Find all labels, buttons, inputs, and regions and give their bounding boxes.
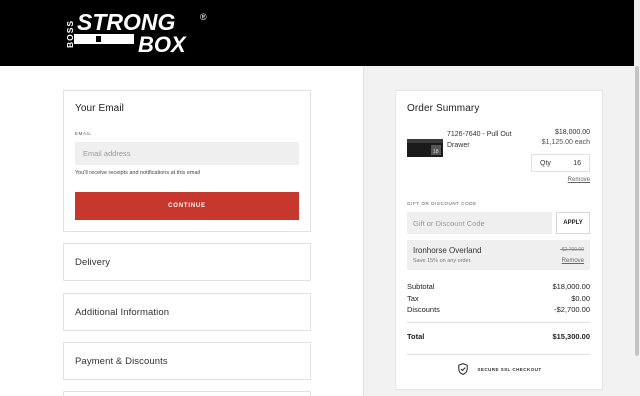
email-field-label: EMAIL [75, 131, 92, 136]
subtotal-row: Subtotal $18,000.00 [407, 282, 590, 294]
continue-button[interactable]: CONTINUE [75, 192, 299, 220]
delivery-step-card[interactable]: Delivery [63, 243, 311, 281]
applied-discount: Ironhorse Overland Save 15% on any order… [407, 240, 590, 270]
total-value: $15,300.00 [552, 332, 590, 341]
order-summary-title: Order Summary [407, 103, 480, 114]
quantity-label: Qty [540, 159, 551, 167]
tax-label: Tax [407, 293, 419, 303]
totals-list: Subtotal $18,000.00 Tax $0.00 Discounts … [407, 282, 590, 317]
secure-checkout-badge: SECURE SSL CHECKOUT [396, 363, 604, 376]
order-summary-column: Order Summary 18 7126-7640 - Pull Out Dr… [363, 66, 640, 396]
email-step-card: Your Email EMAIL You'll receive receipts… [63, 90, 311, 232]
product-thumbnail: 18 [407, 131, 443, 165]
payment-step-title: Payment & Discounts [75, 356, 168, 367]
order-summary-card: Order Summary 18 7126-7640 - Pull Out Dr… [395, 90, 603, 390]
remove-discount-link[interactable]: Remove [562, 258, 584, 264]
discount-description: Save 15% on any order. [413, 258, 472, 264]
tax-row: Tax $0.00 [407, 294, 590, 306]
shield-check-icon [458, 363, 469, 376]
secure-divider [407, 354, 590, 355]
gift-code-input[interactable] [407, 212, 552, 234]
delivery-step-title: Delivery [75, 257, 111, 268]
discounts-value: -$2,700.00 [554, 305, 590, 314]
svg-text:18: 18 [433, 149, 439, 155]
page-scrollbar[interactable] [634, 0, 640, 396]
gift-code-label: GIFT OR DISCOUNT CODE [407, 201, 477, 206]
payment-step-card[interactable]: Payment & Discounts [63, 342, 311, 380]
product-unit-price: $1,125.00 each [541, 139, 590, 146]
product-name: 7126-7640 - Pull Out Drawer [447, 131, 512, 149]
checkout-steps-column: Your Email EMAIL You'll receive receipts… [0, 66, 363, 396]
svg-text:BOX: BOX [138, 32, 187, 57]
additional-info-step-card[interactable]: Additional Information [63, 293, 311, 331]
additional-info-step-title: Additional Information [75, 307, 170, 318]
discount-name: Ironhorse Overland [413, 246, 482, 255]
totals-divider [407, 322, 590, 323]
email-helper-text: You'll receive receipts and notification… [75, 170, 200, 176]
svg-text:BOSS: BOSS [65, 20, 75, 48]
quantity-value: 16 [573, 159, 581, 167]
total-row: Total $15,300.00 [407, 332, 590, 341]
next-step-card [63, 391, 311, 396]
email-field[interactable] [75, 142, 299, 165]
total-label: Total [407, 332, 425, 341]
discounts-row: Discounts -$2,700.00 [407, 305, 590, 317]
subtotal-value: $18,000.00 [552, 282, 590, 291]
email-step-title: Your Email [75, 103, 124, 114]
discounts-label: Discounts [407, 305, 440, 314]
quantity-field[interactable]: Qty 16 [531, 154, 590, 172]
strongbox-logo[interactable]: BOSS STRONG BOX ® [60, 8, 210, 58]
svg-text:®: ® [200, 12, 207, 22]
discount-amount: -$2,700.00 [560, 247, 584, 253]
tax-value: $0.00 [571, 293, 590, 303]
scrollbar-thumb[interactable] [635, 66, 639, 356]
product-price: $18,000.00 [554, 129, 590, 136]
site-header: BOSS STRONG BOX ® [0, 0, 640, 66]
secure-checkout-label: SECURE SSL CHECKOUT [477, 367, 542, 372]
subtotal-label: Subtotal [407, 282, 435, 291]
apply-code-button[interactable]: APPLY [556, 212, 590, 234]
remove-item-link[interactable]: Remove [568, 177, 590, 183]
